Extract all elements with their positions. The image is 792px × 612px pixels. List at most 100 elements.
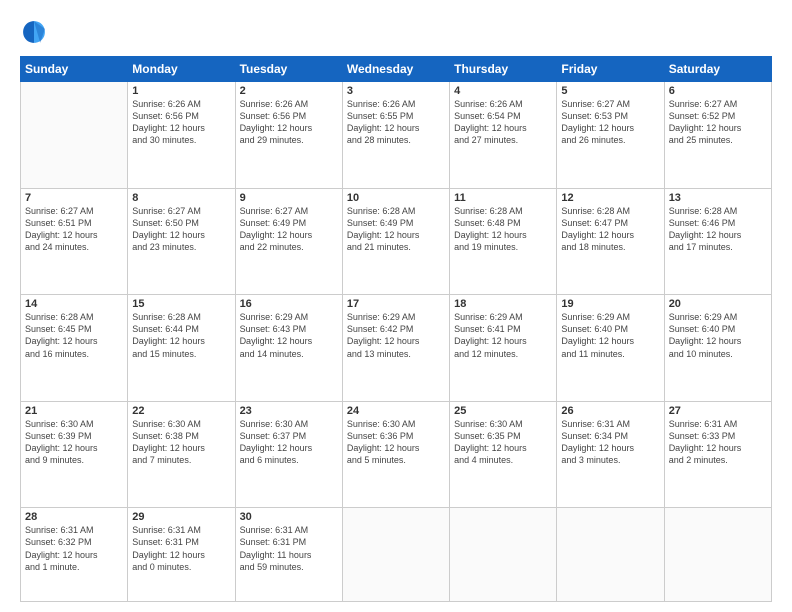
day-cell: 18Sunrise: 6:29 AMSunset: 6:41 PMDayligh… (450, 295, 557, 402)
day-cell: 4Sunrise: 6:26 AMSunset: 6:54 PMDaylight… (450, 82, 557, 189)
day-cell: 14Sunrise: 6:28 AMSunset: 6:45 PMDayligh… (21, 295, 128, 402)
day-info: Sunrise: 6:27 AMSunset: 6:51 PMDaylight:… (25, 205, 123, 254)
day-cell: 19Sunrise: 6:29 AMSunset: 6:40 PMDayligh… (557, 295, 664, 402)
day-cell: 5Sunrise: 6:27 AMSunset: 6:53 PMDaylight… (557, 82, 664, 189)
day-cell: 26Sunrise: 6:31 AMSunset: 6:34 PMDayligh… (557, 401, 664, 508)
day-cell (21, 82, 128, 189)
day-cell: 20Sunrise: 6:29 AMSunset: 6:40 PMDayligh… (664, 295, 771, 402)
day-number: 15 (132, 298, 230, 310)
day-info: Sunrise: 6:31 AMSunset: 6:33 PMDaylight:… (669, 418, 767, 467)
day-cell: 8Sunrise: 6:27 AMSunset: 6:50 PMDaylight… (128, 188, 235, 295)
day-number: 4 (454, 85, 552, 97)
day-info: Sunrise: 6:30 AMSunset: 6:39 PMDaylight:… (25, 418, 123, 467)
day-cell (450, 508, 557, 602)
calendar-table: SundayMondayTuesdayWednesdayThursdayFrid… (20, 56, 772, 602)
weekday-header-wednesday: Wednesday (342, 57, 449, 82)
day-number: 23 (240, 405, 338, 417)
day-cell: 22Sunrise: 6:30 AMSunset: 6:38 PMDayligh… (128, 401, 235, 508)
week-row-2: 7Sunrise: 6:27 AMSunset: 6:51 PMDaylight… (21, 188, 772, 295)
day-cell: 1Sunrise: 6:26 AMSunset: 6:56 PMDaylight… (128, 82, 235, 189)
day-number: 11 (454, 192, 552, 204)
day-info: Sunrise: 6:28 AMSunset: 6:47 PMDaylight:… (561, 205, 659, 254)
day-cell: 2Sunrise: 6:26 AMSunset: 6:56 PMDaylight… (235, 82, 342, 189)
day-cell: 7Sunrise: 6:27 AMSunset: 6:51 PMDaylight… (21, 188, 128, 295)
weekday-header-sunday: Sunday (21, 57, 128, 82)
day-cell: 15Sunrise: 6:28 AMSunset: 6:44 PMDayligh… (128, 295, 235, 402)
day-info: Sunrise: 6:27 AMSunset: 6:49 PMDaylight:… (240, 205, 338, 254)
day-info: Sunrise: 6:31 AMSunset: 6:31 PMDaylight:… (132, 524, 230, 573)
week-row-3: 14Sunrise: 6:28 AMSunset: 6:45 PMDayligh… (21, 295, 772, 402)
day-info: Sunrise: 6:29 AMSunset: 6:42 PMDaylight:… (347, 311, 445, 360)
day-cell: 23Sunrise: 6:30 AMSunset: 6:37 PMDayligh… (235, 401, 342, 508)
page: SundayMondayTuesdayWednesdayThursdayFrid… (0, 0, 792, 612)
day-number: 25 (454, 405, 552, 417)
day-cell: 9Sunrise: 6:27 AMSunset: 6:49 PMDaylight… (235, 188, 342, 295)
day-cell (342, 508, 449, 602)
header (20, 18, 772, 46)
day-number: 24 (347, 405, 445, 417)
day-number: 5 (561, 85, 659, 97)
day-info: Sunrise: 6:28 AMSunset: 6:48 PMDaylight:… (454, 205, 552, 254)
day-number: 14 (25, 298, 123, 310)
day-cell: 6Sunrise: 6:27 AMSunset: 6:52 PMDaylight… (664, 82, 771, 189)
day-cell: 11Sunrise: 6:28 AMSunset: 6:48 PMDayligh… (450, 188, 557, 295)
day-info: Sunrise: 6:27 AMSunset: 6:53 PMDaylight:… (561, 98, 659, 147)
day-cell: 24Sunrise: 6:30 AMSunset: 6:36 PMDayligh… (342, 401, 449, 508)
day-number: 7 (25, 192, 123, 204)
day-info: Sunrise: 6:27 AMSunset: 6:50 PMDaylight:… (132, 205, 230, 254)
week-row-5: 28Sunrise: 6:31 AMSunset: 6:32 PMDayligh… (21, 508, 772, 602)
day-info: Sunrise: 6:29 AMSunset: 6:43 PMDaylight:… (240, 311, 338, 360)
day-info: Sunrise: 6:29 AMSunset: 6:40 PMDaylight:… (669, 311, 767, 360)
day-info: Sunrise: 6:28 AMSunset: 6:46 PMDaylight:… (669, 205, 767, 254)
day-number: 16 (240, 298, 338, 310)
day-cell: 29Sunrise: 6:31 AMSunset: 6:31 PMDayligh… (128, 508, 235, 602)
day-cell: 17Sunrise: 6:29 AMSunset: 6:42 PMDayligh… (342, 295, 449, 402)
week-row-4: 21Sunrise: 6:30 AMSunset: 6:39 PMDayligh… (21, 401, 772, 508)
day-info: Sunrise: 6:31 AMSunset: 6:31 PMDaylight:… (240, 524, 338, 573)
day-info: Sunrise: 6:26 AMSunset: 6:56 PMDaylight:… (240, 98, 338, 147)
day-info: Sunrise: 6:28 AMSunset: 6:45 PMDaylight:… (25, 311, 123, 360)
day-number: 26 (561, 405, 659, 417)
day-info: Sunrise: 6:29 AMSunset: 6:40 PMDaylight:… (561, 311, 659, 360)
day-cell: 27Sunrise: 6:31 AMSunset: 6:33 PMDayligh… (664, 401, 771, 508)
day-number: 6 (669, 85, 767, 97)
weekday-header-tuesday: Tuesday (235, 57, 342, 82)
day-cell: 12Sunrise: 6:28 AMSunset: 6:47 PMDayligh… (557, 188, 664, 295)
day-cell: 3Sunrise: 6:26 AMSunset: 6:55 PMDaylight… (342, 82, 449, 189)
day-number: 28 (25, 511, 123, 523)
logo-icon (20, 18, 48, 46)
day-info: Sunrise: 6:31 AMSunset: 6:32 PMDaylight:… (25, 524, 123, 573)
day-info: Sunrise: 6:28 AMSunset: 6:49 PMDaylight:… (347, 205, 445, 254)
day-cell: 16Sunrise: 6:29 AMSunset: 6:43 PMDayligh… (235, 295, 342, 402)
day-number: 17 (347, 298, 445, 310)
day-number: 12 (561, 192, 659, 204)
day-number: 21 (25, 405, 123, 417)
weekday-header-saturday: Saturday (664, 57, 771, 82)
day-cell: 30Sunrise: 6:31 AMSunset: 6:31 PMDayligh… (235, 508, 342, 602)
weekday-header-row: SundayMondayTuesdayWednesdayThursdayFrid… (21, 57, 772, 82)
day-info: Sunrise: 6:29 AMSunset: 6:41 PMDaylight:… (454, 311, 552, 360)
day-number: 18 (454, 298, 552, 310)
weekday-header-thursday: Thursday (450, 57, 557, 82)
weekday-header-friday: Friday (557, 57, 664, 82)
day-number: 9 (240, 192, 338, 204)
day-info: Sunrise: 6:31 AMSunset: 6:34 PMDaylight:… (561, 418, 659, 467)
day-cell (664, 508, 771, 602)
logo (20, 18, 52, 46)
day-number: 1 (132, 85, 230, 97)
day-cell (557, 508, 664, 602)
day-number: 20 (669, 298, 767, 310)
day-number: 29 (132, 511, 230, 523)
day-number: 2 (240, 85, 338, 97)
day-info: Sunrise: 6:30 AMSunset: 6:38 PMDaylight:… (132, 418, 230, 467)
day-number: 19 (561, 298, 659, 310)
day-info: Sunrise: 6:30 AMSunset: 6:35 PMDaylight:… (454, 418, 552, 467)
day-info: Sunrise: 6:26 AMSunset: 6:55 PMDaylight:… (347, 98, 445, 147)
day-info: Sunrise: 6:26 AMSunset: 6:54 PMDaylight:… (454, 98, 552, 147)
weekday-header-monday: Monday (128, 57, 235, 82)
day-info: Sunrise: 6:30 AMSunset: 6:37 PMDaylight:… (240, 418, 338, 467)
day-number: 30 (240, 511, 338, 523)
day-number: 13 (669, 192, 767, 204)
day-info: Sunrise: 6:28 AMSunset: 6:44 PMDaylight:… (132, 311, 230, 360)
day-number: 10 (347, 192, 445, 204)
